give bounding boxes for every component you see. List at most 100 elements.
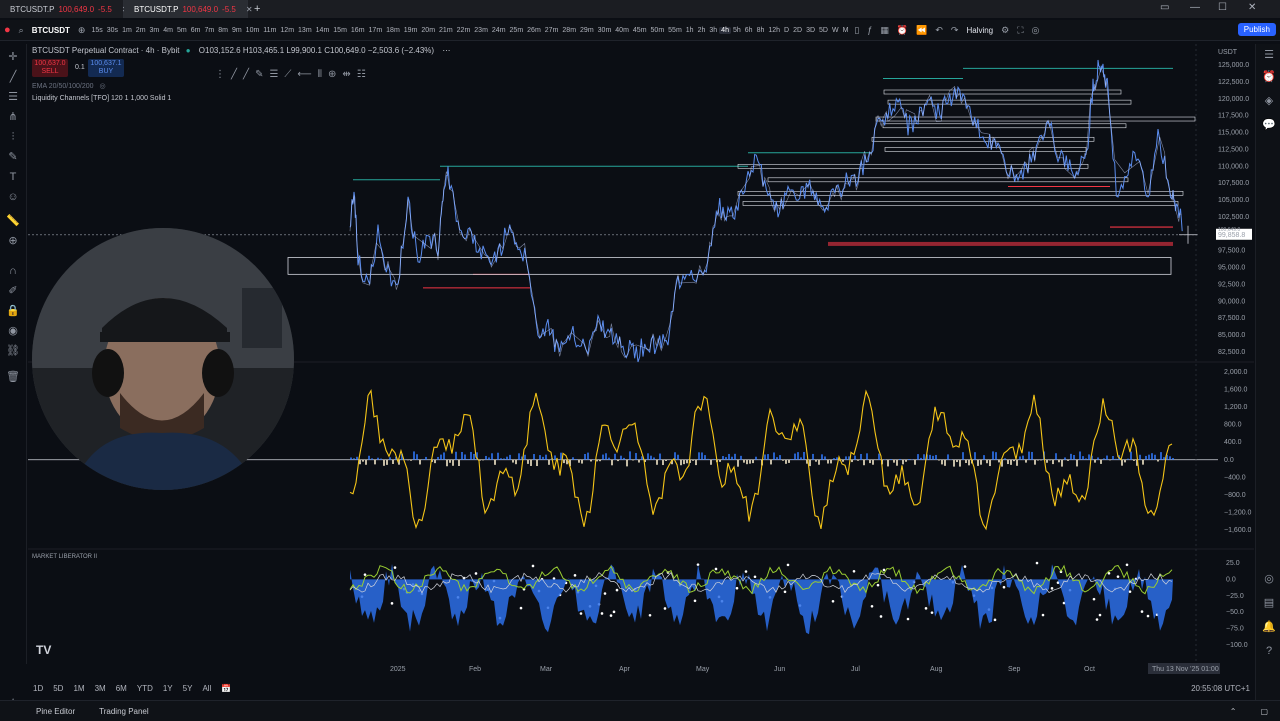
undo-icon[interactable]: ↶	[931, 25, 947, 36]
brush-icon[interactable]: ✎	[6, 150, 20, 164]
timeframe-15m[interactable]: 15m	[331, 27, 349, 34]
timeframe-6m[interactable]: 6m	[189, 27, 203, 34]
ray-tool-icon[interactable]: ╱	[243, 69, 249, 80]
timeframe-D[interactable]: D	[782, 27, 791, 34]
settings-icon[interactable]: ⚙	[997, 25, 1013, 36]
help-icon[interactable]: ?	[1262, 644, 1276, 658]
account-avatar-icon[interactable]: ●	[0, 24, 15, 36]
timeframe-1m[interactable]: 1m	[120, 27, 134, 34]
long-short-icon[interactable]: ☷	[357, 69, 366, 80]
alert-icon[interactable]: ⏰	[893, 25, 912, 36]
symbol-legend[interactable]: BTCUSDT Perpetual Contract · 4h · Bybit …	[32, 46, 450, 55]
trendline-icon[interactable]: ╱	[6, 70, 20, 84]
parallel-channel-icon[interactable]: ☰	[269, 69, 278, 80]
camera-icon[interactable]: ◎	[1028, 25, 1044, 36]
timeframe-30s[interactable]: 30s	[105, 27, 120, 34]
range-1D[interactable]: 1D	[28, 684, 48, 693]
pen-tool-icon[interactable]: ✎	[255, 69, 263, 80]
lock-icon[interactable]: 🔒	[6, 304, 20, 318]
timeframe-26m[interactable]: 26m	[525, 27, 543, 34]
watchlist-icon[interactable]: ☰	[1262, 48, 1276, 62]
candle-style-icon[interactable]: ▯	[850, 25, 863, 36]
range-3M[interactable]: 3M	[90, 684, 111, 693]
timeframe-29m[interactable]: 29m	[578, 27, 596, 34]
timeframe-40m[interactable]: 40m	[613, 27, 631, 34]
range-6M[interactable]: 6M	[111, 684, 132, 693]
eye-hidden-icon[interactable]: ◎	[99, 83, 105, 90]
timeframe-23m[interactable]: 23m	[472, 27, 490, 34]
range-All[interactable]: All	[197, 684, 216, 693]
pitchfork-icon[interactable]: ⋔	[6, 110, 20, 124]
signal-icon[interactable]: ◎	[1262, 572, 1276, 586]
timeframe-50m[interactable]: 50m	[649, 27, 667, 34]
timeframe-45m[interactable]: 45m	[631, 27, 649, 34]
halving-button[interactable]: Halving	[962, 26, 997, 35]
maximize-icon[interactable]: ☐	[1218, 2, 1227, 13]
close-window-icon[interactable]: ✕	[1248, 2, 1256, 13]
timeframe-4m[interactable]: 4m	[161, 27, 175, 34]
timeframe-9m[interactable]: 9m	[230, 27, 244, 34]
pencil-lock-icon[interactable]: ✐	[6, 284, 20, 298]
notifications-icon[interactable]: 🔔	[1262, 620, 1276, 634]
crosshair-icon[interactable]: ✛	[6, 50, 20, 64]
timeframe-5m[interactable]: 5m	[175, 27, 189, 34]
timeframe-18m[interactable]: 18m	[384, 27, 402, 34]
crosshair-tool-icon[interactable]: ⊕	[328, 69, 336, 80]
market-liberator-label[interactable]: MARKET LIBERATOR II	[32, 554, 97, 560]
timeframe-14m[interactable]: 14m	[314, 27, 332, 34]
timeframe-5D[interactable]: 5D	[817, 27, 830, 34]
range-1M[interactable]: 1M	[68, 684, 89, 693]
browser-tab-2[interactable]: BTCUSDT.P 100,649.0 -5.5 ✕	[124, 0, 248, 18]
extended-line-icon[interactable]: ⟋	[284, 69, 291, 80]
timeframe-8h[interactable]: 8h	[755, 27, 767, 34]
collapse-panel-icon[interactable]: ⌃	[1218, 707, 1249, 716]
timeframe-12m[interactable]: 12m	[278, 27, 296, 34]
timeframe-28m[interactable]: 28m	[560, 27, 578, 34]
timeframe-12h[interactable]: 12h	[766, 27, 782, 34]
timeframe-25m[interactable]: 25m	[508, 27, 526, 34]
timeframe-27m[interactable]: 27m	[543, 27, 561, 34]
ruler-icon[interactable]: 📏	[6, 214, 20, 228]
timeframe-8m[interactable]: 8m	[216, 27, 230, 34]
zoom-icon[interactable]: ⊕	[6, 234, 20, 248]
timeframe-2h[interactable]: 2h	[696, 27, 708, 34]
text-icon[interactable]: T	[6, 170, 20, 184]
timeframe-24m[interactable]: 24m	[490, 27, 508, 34]
legend-more-icon[interactable]: ⋯	[442, 46, 450, 55]
timeframe-W[interactable]: W	[830, 27, 841, 34]
line-tool-icon[interactable]: ╱	[231, 69, 237, 80]
drag-handle-icon[interactable]: ⋮	[215, 69, 225, 80]
timeframe-4h[interactable]: 4h	[719, 27, 731, 34]
tab-pine-editor[interactable]: Pine Editor	[0, 707, 87, 716]
timeframe-19m[interactable]: 19m	[402, 27, 420, 34]
timeframe-30m[interactable]: 30m	[596, 27, 614, 34]
magnet-icon[interactable]: ∩	[6, 264, 20, 278]
timeframe-55m[interactable]: 55m	[666, 27, 684, 34]
alerts-panel-icon[interactable]: ⏰	[1262, 70, 1276, 84]
publish-button[interactable]: Publish	[1238, 23, 1276, 36]
symbol-search[interactable]: BTCUSDT	[28, 26, 74, 35]
timeframe-M[interactable]: M	[841, 27, 851, 34]
timeframe-1h[interactable]: 1h	[684, 27, 696, 34]
horizontal-ray-icon[interactable]: ⟵	[297, 69, 311, 80]
timeframe-20m[interactable]: 20m	[419, 27, 437, 34]
timeframe-7m[interactable]: 7m	[202, 27, 216, 34]
search-icon[interactable]: ⌕	[15, 25, 28, 36]
minimize-icon[interactable]: —	[1190, 2, 1200, 13]
trash-icon[interactable]: 🗑	[6, 370, 20, 384]
range-1Y[interactable]: 1Y	[158, 684, 178, 693]
timeframe-3m[interactable]: 3m	[148, 27, 162, 34]
timeframe-15s[interactable]: 15s	[89, 27, 104, 34]
range-5Y[interactable]: 5Y	[178, 684, 198, 693]
timeframe-22m[interactable]: 22m	[455, 27, 473, 34]
fullscreen-icon[interactable]: ⛶	[1013, 25, 1027, 36]
timeframe-17m[interactable]: 17m	[367, 27, 385, 34]
timeframe-6h[interactable]: 6h	[743, 27, 755, 34]
timeframe-2m[interactable]: 2m	[134, 27, 148, 34]
range-YTD[interactable]: YTD	[132, 684, 158, 693]
timeframe-21m[interactable]: 21m	[437, 27, 455, 34]
emoji-icon[interactable]: ☺	[6, 190, 20, 204]
timeframe-16m[interactable]: 16m	[349, 27, 367, 34]
goto-date-icon[interactable]: 📅	[216, 684, 236, 693]
ema-indicator-label[interactable]: EMA 20/50/100/200 ◎	[32, 82, 106, 90]
